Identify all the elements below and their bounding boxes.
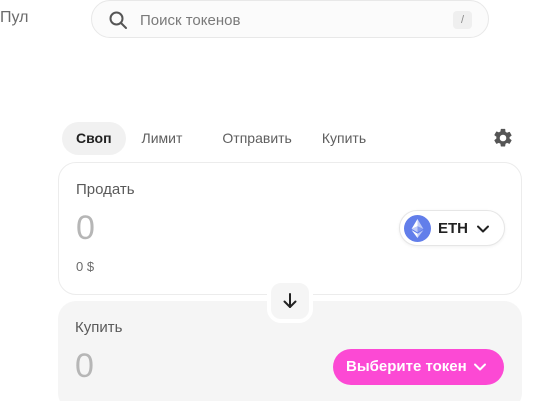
switch-direction-button[interactable] xyxy=(267,279,313,323)
buy-label: Купить xyxy=(75,319,123,336)
sell-token-symbol: ETH xyxy=(438,220,468,237)
sell-token-selector[interactable]: ETH xyxy=(399,210,505,246)
tab-swap[interactable]: Своп xyxy=(62,122,126,155)
select-token-button[interactable]: Выберите токен xyxy=(333,349,504,385)
chevron-down-icon xyxy=(473,360,487,374)
search-bar[interactable]: / xyxy=(91,0,489,38)
tab-buy[interactable]: Купить xyxy=(308,122,380,155)
sell-amount-input[interactable]: 0 xyxy=(76,209,95,248)
swap-page: Пул / Своп Лимит Отправить Купить Продат… xyxy=(0,0,557,401)
eth-icon xyxy=(404,215,431,242)
buy-amount-input[interactable]: 0 xyxy=(75,347,94,386)
nav-item-pool[interactable]: Пул xyxy=(0,9,28,27)
sell-panel: Продать 0 0 $ ETH xyxy=(58,162,522,295)
search-input[interactable] xyxy=(140,9,440,31)
search-shortcut-hint: / xyxy=(453,11,472,29)
search-icon xyxy=(108,10,128,30)
tab-send[interactable]: Отправить xyxy=(208,122,305,155)
chevron-down-icon xyxy=(476,222,490,236)
sell-usd-value: 0 $ xyxy=(76,259,95,274)
settings-gear-icon[interactable] xyxy=(492,127,514,149)
swap-tabs: Своп Лимит Отправить Купить xyxy=(62,122,382,155)
select-token-label: Выберите токен xyxy=(346,358,467,375)
tab-limit[interactable]: Лимит xyxy=(128,122,197,155)
sell-label: Продать xyxy=(76,181,135,198)
